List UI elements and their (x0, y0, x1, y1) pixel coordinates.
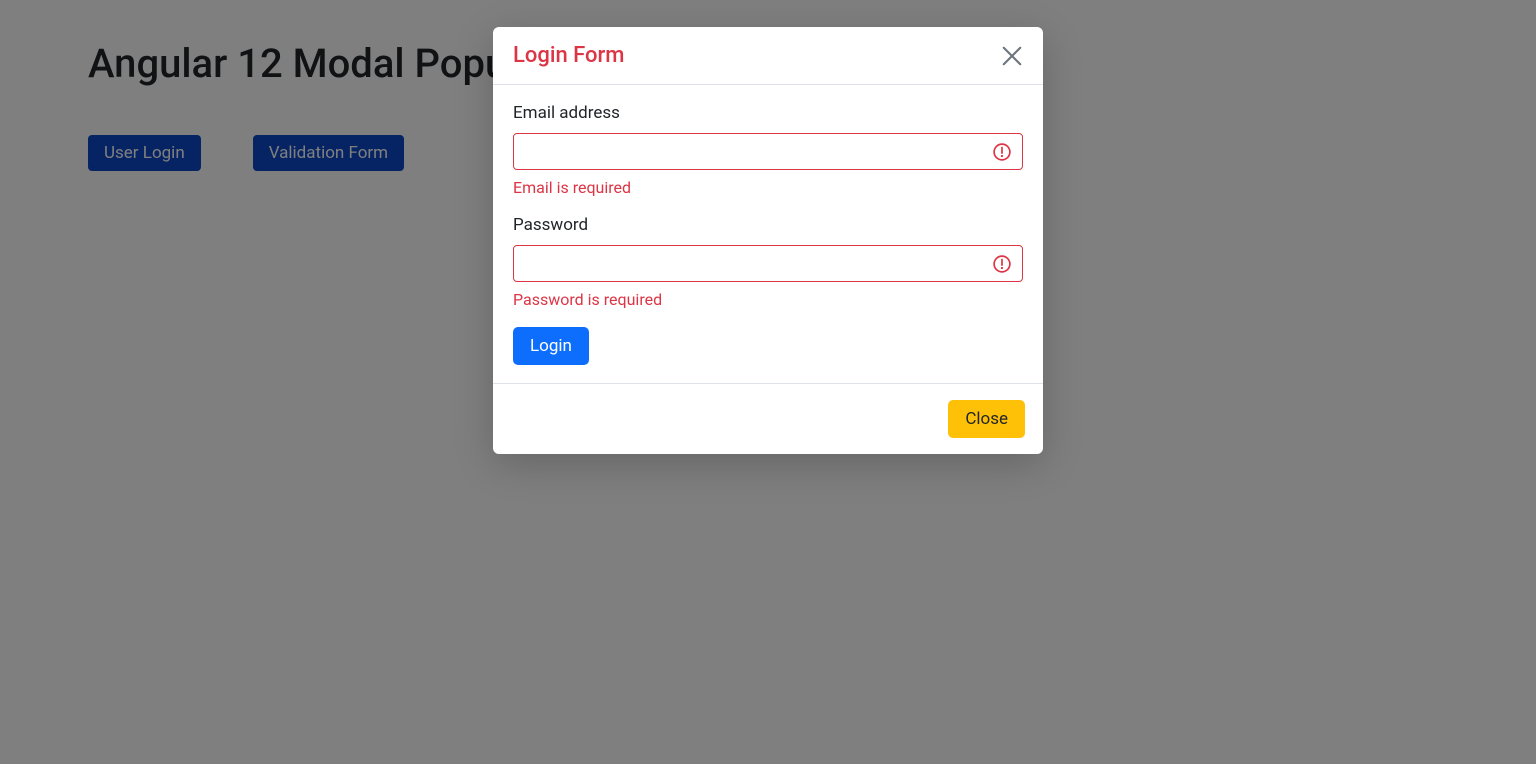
password-group: Password Password is required (513, 215, 1023, 309)
close-button[interactable]: Close (948, 400, 1025, 438)
modal-body: Email address Email is required Password (493, 85, 1043, 383)
password-error: Password is required (513, 290, 1023, 309)
close-icon[interactable] (1001, 45, 1023, 67)
email-input-wrapper (513, 133, 1023, 170)
password-label: Password (513, 215, 1023, 235)
email-error: Email is required (513, 178, 1023, 197)
login-modal: Login Form Email address Email is requir… (493, 27, 1043, 454)
modal-header: Login Form (493, 27, 1043, 85)
login-form: Email address Email is required Password (513, 103, 1023, 365)
error-icon (993, 143, 1011, 161)
modal-overlay[interactable]: Login Form Email address Email is requir… (0, 0, 1536, 764)
modal-footer: Close (493, 383, 1043, 454)
login-button[interactable]: Login (513, 327, 589, 365)
email-field[interactable] (513, 133, 1023, 170)
password-field[interactable] (513, 245, 1023, 282)
modal-title: Login Form (513, 43, 624, 68)
email-label: Email address (513, 103, 1023, 123)
password-input-wrapper (513, 245, 1023, 282)
email-group: Email address Email is required (513, 103, 1023, 197)
error-icon (993, 255, 1011, 273)
